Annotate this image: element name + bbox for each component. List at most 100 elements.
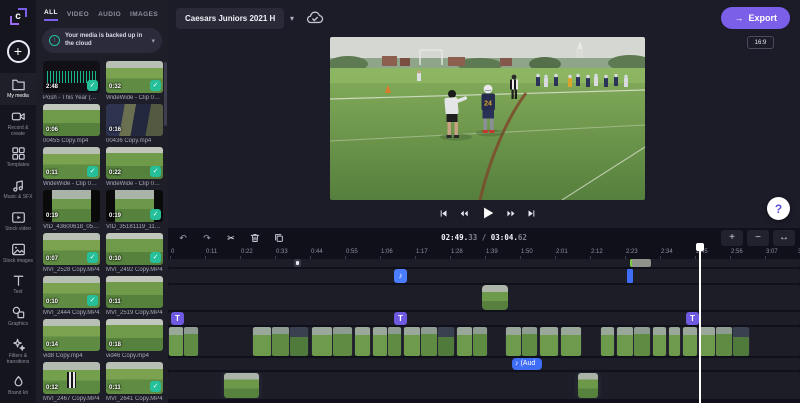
media-thumbnail: 0:14 [43,319,100,351]
video-clip[interactable] [403,327,455,356]
cloud-saved-icon[interactable] [306,9,324,27]
media-item[interactable]: 0:11 ✓ MVI_2641 Copy.MP4 [106,362,163,402]
project-title[interactable]: Caesars Juniors 2021 H [176,8,284,29]
video-clip[interactable] [311,327,353,356]
media-item[interactable]: 0:10 ✓ MVI_2492 Copy.MP4 [106,233,163,273]
media-tab[interactable]: AUDIO [98,11,121,21]
video-clip[interactable] [616,327,651,356]
media-thumbnail: 0:18 [106,319,163,351]
video-clip[interactable] [354,327,371,356]
audio-clip[interactable]: ♪ (Aud [512,358,542,370]
rail-item-label: My media [7,94,29,100]
media-item[interactable]: 0:19 VID_43600618_053... [43,190,100,230]
rail-item[interactable]: Stock video [0,206,36,238]
media-item[interactable]: 0:11 ✓ WideWide - Clip 072... [43,147,100,187]
redo-button[interactable]: ↷ [197,230,217,246]
zoom-fit-button[interactable]: ↔ [773,230,795,246]
media-item[interactable]: 0:22 ✓ WideWide - Clip 071... [106,147,163,187]
audio-clip[interactable]: ♪ [394,269,407,283]
video-clip[interactable] [698,327,750,356]
video-preview[interactable]: 24 [330,37,645,200]
video-clip[interactable] [560,327,582,356]
text-clip[interactable]: T [394,312,407,325]
video-clip[interactable] [652,327,667,356]
video-clip[interactable] [575,372,601,399]
track-music: ♪ [168,269,800,283]
video-clip[interactable] [168,327,199,356]
timeline-clip[interactable] [294,259,301,267]
play-button[interactable] [481,206,495,220]
export-label: Export [748,13,777,23]
audio-clip[interactable] [627,269,633,283]
video-clip[interactable] [505,327,538,356]
rail-item[interactable]: Record & create [0,105,36,143]
media-item[interactable]: 0:11 MVI_2519 Copy.MP4 [106,276,163,316]
ruler-label: 2:34 [661,249,673,255]
video-clip[interactable] [668,327,681,356]
rail-item[interactable]: Templates [0,142,36,174]
left-rail: c + My media Record & create Templates M… [0,0,36,403]
track-video-main [168,327,800,356]
track-audio-strip: ♪ (Aud [168,358,800,370]
video-clip[interactable] [252,327,309,356]
duration-badge: 0:11 [46,170,58,176]
timeline-clip[interactable] [630,259,651,267]
text-clip[interactable]: T [171,312,184,325]
media-thumbnail: 0:19 ✓ [106,190,163,222]
media-item[interactable]: 0:32 ✓ WideWide - Clip 078... [106,61,163,101]
media-item[interactable]: 0:19 ✓ VID_35181119_11203... [106,190,163,230]
zoom-out-button[interactable]: − [747,230,769,246]
chevron-down-icon[interactable]: ▾ [290,14,294,23]
media-scrollbar[interactable] [164,62,167,126]
rail-item[interactable]: Text [0,269,36,301]
media-item[interactable]: 0:12 MVI_2467 Copy.MP4 [43,362,100,402]
help-button[interactable]: ? [767,197,790,220]
rail-item[interactable]: Brand kit [0,370,36,402]
media-filename: WideWide - Clip 078... [106,95,163,101]
undo-button[interactable]: ↶ [173,230,193,246]
timeline-ruler[interactable]: 00:110:220:330:440:551:061:171:281:391:5… [168,248,800,259]
rewind-button[interactable] [459,209,469,218]
video-clip[interactable] [600,327,615,356]
rail-item[interactable]: Stock images [0,238,36,270]
synced-check-icon: ✓ [150,381,161,392]
media-thumbnail: 0:10 ✓ [43,276,100,308]
media-tab[interactable]: VIDEO [67,11,89,21]
media-item[interactable]: 0:16 00436 Copy.mp4 [106,104,163,144]
media-item[interactable]: 2:48 ✓ Posh - This Year (Offi... [43,61,100,101]
media-item[interactable]: 0:07 ✓ MVI_2528 Copy.MP4 [43,233,100,273]
skip-start-button[interactable] [439,209,448,218]
rail-item[interactable]: Graphics [0,301,36,333]
cloud-backup-notice[interactable]: ↑ Your media is backed up in the cloud ▾ [42,28,162,53]
ruler-label: 1:50 [521,249,533,255]
media-tab[interactable]: ALL [44,9,58,21]
delete-button[interactable] [245,230,265,246]
media-tab[interactable]: IMAGES [130,11,158,21]
clipchamp-logo[interactable]: c [0,0,36,32]
playhead[interactable] [696,243,704,403]
zoom-in-button[interactable]: + [721,230,743,246]
media-item[interactable]: 0:18 vid46 Copy.mp4 [106,319,163,359]
media-item[interactable]: 0:06 00455 Copy.mp4 [43,104,100,144]
duplicate-button[interactable] [269,230,289,246]
split-button[interactable]: ✂ [221,230,241,246]
brand-kit-icon [11,374,26,389]
video-clip[interactable] [221,372,262,399]
video-clip[interactable] [372,327,402,356]
forward-button[interactable] [506,209,516,218]
export-button[interactable]: → Export [721,7,790,29]
media-item[interactable]: 0:10 ✓ MVI_2444 Copy.MP4 [43,276,100,316]
ruler-label: 0:33 [276,249,288,255]
rail-item[interactable]: My media [0,73,36,105]
media-item[interactable]: 0:14 vid8 Copy.mp4 [43,319,100,359]
ruler-label: 3:07 [766,249,778,255]
aspect-ratio-badge[interactable]: 16:9 [747,36,774,49]
video-clip[interactable] [456,327,488,356]
rail-item[interactable]: Music & SFX [0,174,36,206]
video-clip[interactable] [539,327,559,356]
rail-items: My media Record & create Templates Music… [0,73,36,402]
video-clip[interactable] [482,285,508,310]
rail-item[interactable]: Filters & transitions [0,333,36,371]
add-media-button[interactable]: + [7,40,30,63]
skip-end-button[interactable] [527,209,536,218]
